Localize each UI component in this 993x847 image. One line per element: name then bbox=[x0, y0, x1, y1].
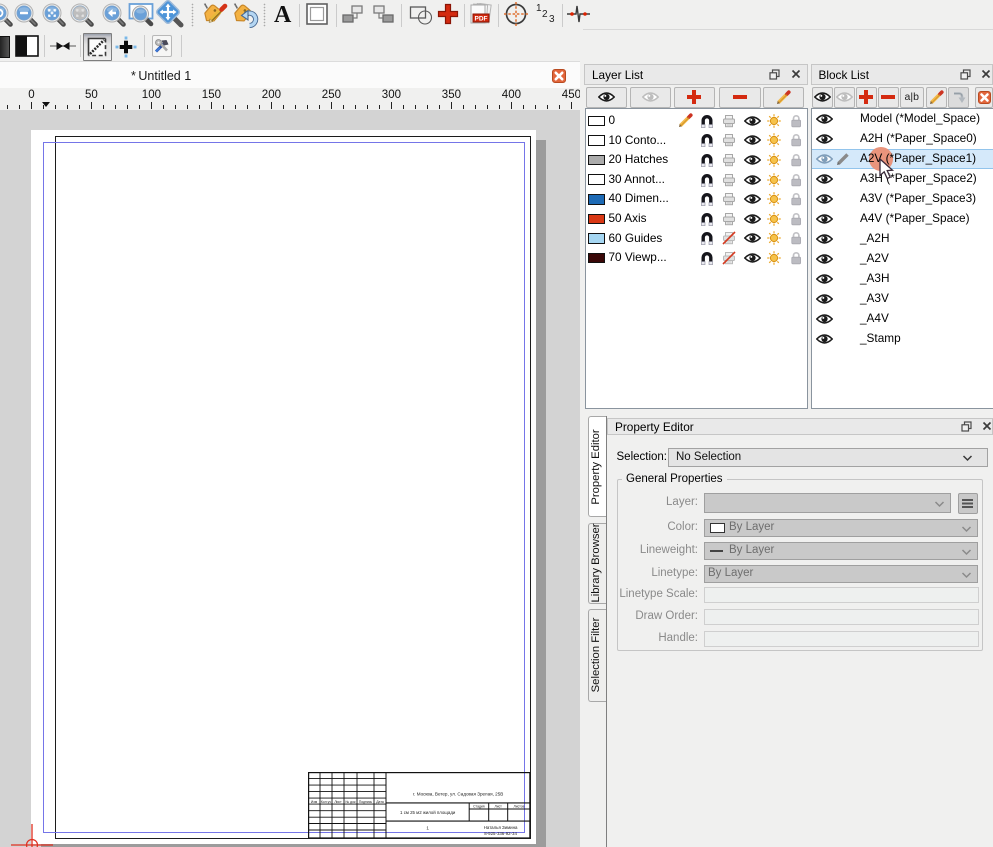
svg-text:№ док: № док bbox=[346, 799, 356, 803]
svg-text:Наталья Зимина: Наталья Зимина bbox=[484, 825, 518, 830]
svg-text:Стадия: Стадия bbox=[473, 804, 485, 808]
svg-text:3: 3 bbox=[549, 14, 555, 25]
svg-text:Дата: Дата bbox=[376, 799, 384, 803]
svg-text:PDF: PDF bbox=[475, 16, 488, 23]
svg-text:Изм: Изм bbox=[311, 799, 318, 803]
svg-text:8-925-336-92-34: 8-925-336-92-34 bbox=[484, 831, 517, 836]
svg-text:Лист: Лист bbox=[495, 804, 503, 808]
svg-text:Лист: Лист bbox=[334, 799, 342, 803]
svg-text:Листов: Листов bbox=[514, 804, 525, 808]
svg-text:2: 2 bbox=[542, 9, 548, 20]
svg-text:Кол.уч: Кол.уч bbox=[321, 799, 331, 803]
svg-text:1 см 25 м2 жилой площади: 1 см 25 м2 жилой площади bbox=[400, 810, 456, 815]
svg-text:г. Москва, Ветер, ул. Садовая: г. Москва, Ветер, ул. Садовая Зрелая, 25… bbox=[413, 791, 503, 796]
svg-text:1: 1 bbox=[426, 825, 429, 830]
svg-text:Подпись: Подпись bbox=[359, 799, 373, 803]
